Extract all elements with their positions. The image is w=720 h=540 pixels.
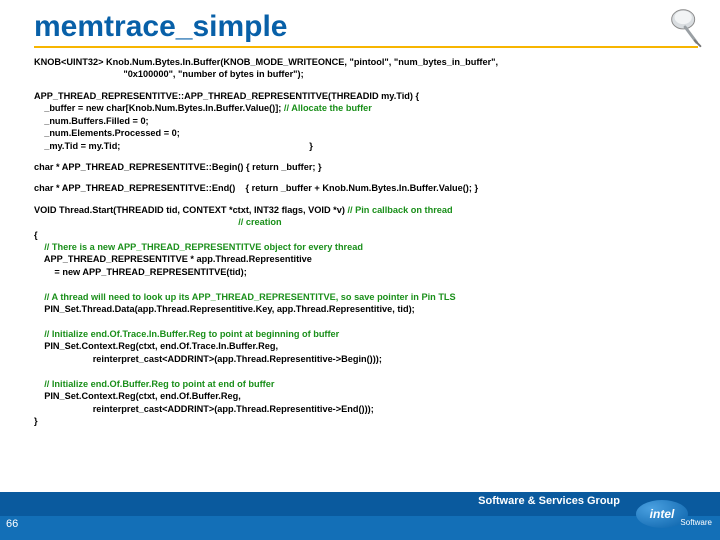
footer: Software & Services Group intel Software…: [0, 492, 720, 540]
slide-title: memtrace_simple: [34, 10, 698, 48]
code-knob: KNOB<UINT32> Knob.Num.Bytes.In.Buffer(KN…: [34, 56, 698, 81]
pushpin-icon: [664, 4, 710, 50]
code-threadstart: VOID Thread.Start(THREADID tid, CONTEXT …: [34, 204, 698, 428]
footer-bar: Software & Services Group: [0, 492, 720, 516]
footer-group: Software & Services Group: [478, 495, 620, 507]
code-end: char * APP_THREAD_REPRESENTITVE::End() {…: [34, 182, 698, 194]
code-begin: char * APP_THREAD_REPRESENTITVE::Begin()…: [34, 161, 698, 173]
page-number: 66: [6, 518, 18, 530]
slide-body: memtrace_simple KNOB<UINT32> Knob.Num.By…: [0, 0, 720, 492]
intel-software-label: Software: [680, 518, 712, 527]
intel-logo: intel Software: [636, 498, 708, 534]
code-ctor: APP_THREAD_REPRESENTITVE::APP_THREAD_REP…: [34, 90, 698, 152]
